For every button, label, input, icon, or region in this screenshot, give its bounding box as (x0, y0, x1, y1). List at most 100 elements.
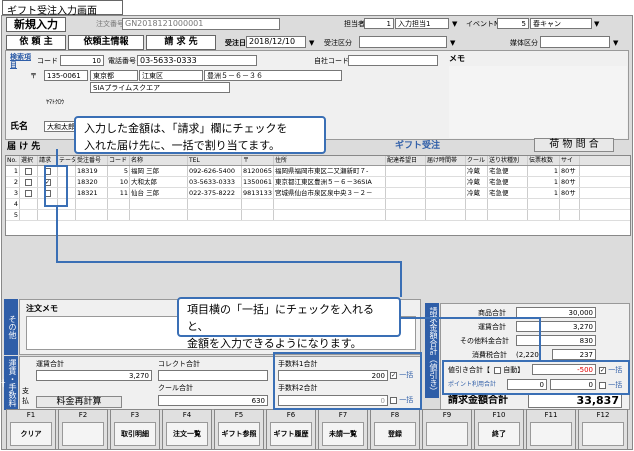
unchin-label: 運賃合計 (36, 360, 64, 368)
memo-area[interactable] (449, 66, 627, 138)
tanto-no-field[interactable]: 1 (364, 18, 394, 29)
fkey-f2[interactable]: F2 (58, 409, 108, 450)
fkey-label[interactable] (426, 422, 468, 446)
fkey-f1[interactable]: F1 クリア (6, 409, 56, 450)
fkey-label[interactable]: 登録 (374, 422, 416, 446)
col-order: 受注番号 (76, 156, 108, 165)
chevron-down-icon[interactable]: ▼ (309, 38, 314, 48)
fkey-f9[interactable]: F9 (422, 409, 472, 450)
table-row[interactable]: 5 (6, 210, 630, 221)
fkey-number: F12 (596, 411, 610, 419)
table-row[interactable]: 3 18321 11 仙台 三郎 022-375-8222 9813133 宮城県仙台市泉区… (6, 188, 630, 199)
fkey-f4[interactable]: F4 注文一覧 (162, 409, 212, 450)
baitai-field[interactable] (540, 36, 610, 48)
grid-body: 1 18319 5 福岡 三郎 092-626-5400 8120065 福岡県福岡市東区二… (6, 166, 630, 221)
col-addr: 住所 (274, 156, 386, 165)
connector-line (56, 207, 58, 263)
order-date-field[interactable]: 2018/12/10 (246, 36, 306, 48)
table-row[interactable]: 1 18319 5 福岡 三郎 092-626-5400 8120065 福岡県福岡市東区二… (6, 166, 630, 177)
cell-name: 福岡 三郎 (130, 166, 188, 176)
cell-name: 大和太郎 (130, 177, 188, 187)
col-tel: TEL (188, 156, 242, 165)
row-sel-checkbox[interactable] (20, 177, 38, 187)
chevron-down-icon[interactable]: ▼ (613, 38, 618, 48)
unchin-field[interactable]: 3,270 (36, 370, 152, 381)
grand-total-field: 33,837 (528, 394, 622, 408)
tab-irai-info[interactable]: 依頼主情報 (68, 35, 144, 50)
cell-size: 80サ (560, 177, 580, 187)
fkey-label[interactable]: 取引明細 (114, 422, 156, 446)
fkey-label[interactable]: 終了 (478, 422, 520, 446)
chumon-memo-label: 注文メモ (26, 304, 58, 313)
fkey-number: F6 (286, 411, 296, 419)
fkey-f8[interactable]: F8 登録 (370, 409, 420, 450)
client-code-field[interactable]: 10 (60, 55, 104, 66)
fkey-f12[interactable]: F12 (578, 409, 628, 450)
cell-size (560, 199, 580, 209)
cell-name (130, 210, 188, 220)
event-no-field[interactable]: 5 (497, 18, 529, 29)
fkey-label[interactable] (530, 422, 572, 446)
row-sel-checkbox[interactable] (20, 188, 38, 198)
inquiry-button[interactable]: 荷 物 問 合 (534, 138, 614, 152)
fkey-label[interactable] (582, 422, 624, 446)
order-kubun-field[interactable] (359, 36, 447, 48)
row-sel-checkbox[interactable] (20, 210, 38, 220)
fkey-label[interactable]: 注文一覧 (166, 422, 208, 446)
cell-slip (488, 199, 528, 209)
cool-field[interactable]: 630 (158, 395, 268, 406)
addr1-field[interactable]: 豊洲５－６－３６ (204, 70, 342, 81)
pref-field[interactable]: 東京都 (90, 70, 138, 81)
cell-tel: 092-626-5400 (188, 166, 242, 176)
recalc-button[interactable]: 料金再計算 (36, 396, 122, 408)
fkey-f7[interactable]: F7 未請一覧 (318, 409, 368, 450)
cell-code (108, 210, 130, 220)
event-select[interactable]: 春キャン (530, 18, 592, 29)
cell-date (386, 177, 426, 187)
checkbox[interactable] (25, 178, 32, 186)
fkey-f3[interactable]: F3 取引明細 (110, 409, 160, 450)
chevron-down-icon[interactable]: ▼ (450, 38, 455, 48)
fkey-f5[interactable]: F5 ギフト参照 (214, 409, 264, 450)
cell-count: 1 (528, 188, 560, 198)
fkey-f11[interactable]: F11 (526, 409, 576, 450)
chevron-down-icon[interactable]: ▼ (594, 19, 599, 29)
zip-field[interactable]: 135-0061 (44, 70, 88, 81)
city-field[interactable]: 江東区 (139, 70, 203, 81)
cell-count: 1 (528, 177, 560, 187)
chevron-down-icon[interactable]: ▼ (452, 19, 457, 29)
jisha-code-field[interactable] (348, 55, 438, 66)
tab-seikyu[interactable]: 請 求 先 (146, 35, 216, 50)
fkey-label[interactable]: ギフト参照 (218, 422, 260, 446)
row-seikyu-checkbox[interactable] (38, 210, 58, 220)
client-tel-field[interactable]: 03-5633-0333 (137, 55, 257, 66)
cell-cool: 冷蔵 (466, 166, 488, 176)
other-field[interactable]: 830 (516, 335, 596, 346)
fkey-f6[interactable]: F6 ギフト履歴 (266, 409, 316, 450)
cell-tel: 022-375-8222 (188, 188, 242, 198)
order-no-field[interactable]: GN2018121000001 (122, 18, 280, 30)
table-row[interactable]: 4 (6, 199, 630, 210)
addr2-field[interactable]: SIAプライムスクエア (90, 82, 230, 93)
collect-field[interactable] (158, 370, 268, 381)
fkey-label[interactable] (62, 422, 104, 446)
cell-time (426, 166, 466, 176)
order-date-label: 受注日 (225, 39, 246, 47)
tanto-select[interactable]: 入力担当1 (395, 18, 449, 29)
tab-irai[interactable]: 依 頼 主 (6, 35, 66, 50)
fkey-f10[interactable]: F10 終了 (474, 409, 524, 450)
tax-field[interactable]: 237 (552, 349, 596, 360)
checkbox[interactable] (25, 167, 32, 175)
fkey-label[interactable]: 未請一覧 (322, 422, 364, 446)
table-row[interactable]: 2 ✓ 18320 10 大和太郎 03-5633-0333 1350061 東京都江東区豊洲… (6, 177, 630, 188)
fkey-number: F5 (234, 411, 244, 419)
callout-seikyu: 入力した金額は、「請求」欄にチェックを 入れた届け先に、一括で割り当てます。 (74, 116, 326, 154)
cell-addr: 宮城県仙台市泉区泉中央３－２－ (274, 188, 386, 198)
fkey-label[interactable]: クリア (10, 422, 52, 446)
checkbox[interactable] (25, 189, 32, 197)
row-sel-checkbox[interactable] (20, 199, 38, 209)
totals-unchin-field[interactable]: 3,270 (516, 321, 596, 332)
fkey-label[interactable]: ギフト履歴 (270, 422, 312, 446)
row-sel-checkbox[interactable] (20, 166, 38, 176)
cell-cool: 冷蔵 (466, 177, 488, 187)
